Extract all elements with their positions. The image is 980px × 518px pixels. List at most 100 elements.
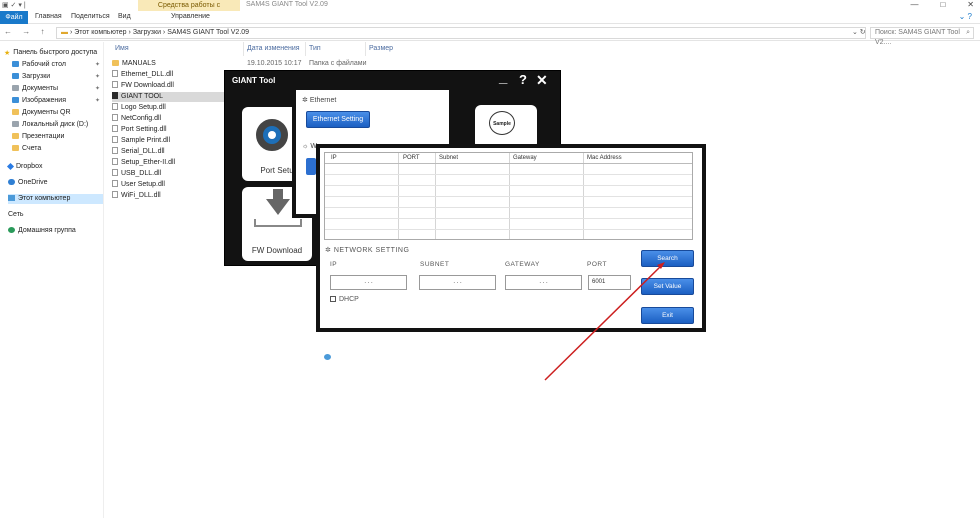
context-tab-header: Средства работы с приложениями <box>138 0 240 20</box>
homegroup-icon <box>8 227 15 233</box>
breadcrumb-item[interactable]: Этот компьютер <box>74 29 126 36</box>
network-setting-title: NETWORK SETTING <box>333 247 410 254</box>
pin-icon[interactable]: ✦ <box>95 84 100 94</box>
refresh-icon[interactable]: ⌄ ↻ <box>852 28 866 36</box>
nav-item-quick-access[interactable]: ★ Панель быстрого доступа <box>4 48 98 58</box>
nav-item-downloads[interactable]: Загрузки ✦ <box>12 72 104 82</box>
set-value-button[interactable]: Set Value <box>641 278 694 295</box>
ip-input[interactable]: . . . <box>330 275 407 290</box>
gateway-input[interactable]: . . . <box>505 275 582 290</box>
column-divider[interactable] <box>243 42 244 56</box>
dhcp-label: DHCP <box>339 296 359 303</box>
nav-item-label: Документы QR <box>22 109 71 116</box>
tab-manage[interactable]: Управление <box>171 13 210 20</box>
search-icon: ⌕ <box>966 29 970 36</box>
dll-file-icon <box>112 180 118 187</box>
tab-share[interactable]: Поделиться <box>71 13 110 20</box>
dll-file-icon <box>112 147 118 154</box>
pin-icon[interactable]: ✦ <box>95 96 100 106</box>
download-arrow-icon <box>266 199 290 215</box>
ribbon-expand-icon[interactable]: ⌄ ? <box>959 12 972 21</box>
nav-item-label: Счета <box>22 145 42 152</box>
file-name: MANUALS <box>122 60 156 67</box>
drive-icon <box>12 121 19 127</box>
tab-file[interactable]: Файл <box>0 11 28 24</box>
folder-icon <box>112 60 119 66</box>
minimize-button[interactable]: — <box>910 0 918 9</box>
close-button[interactable]: ✕ <box>967 0 974 9</box>
tab-home[interactable]: Главная <box>35 13 62 20</box>
giant-help-button[interactable]: ? <box>519 72 527 87</box>
search-button[interactable]: Search <box>641 250 694 267</box>
breadcrumb-item[interactable]: Загрузки <box>133 29 161 36</box>
dll-file-icon <box>112 136 118 143</box>
dhcp-option[interactable]: DHCP <box>330 296 359 303</box>
gear-icon: ✲ <box>302 97 308 104</box>
nav-buttons[interactable]: ← → ↑ <box>4 27 48 36</box>
nav-item-homegroup[interactable]: Домашняя группа <box>8 226 100 236</box>
column-header-date[interactable]: Дата изменения <box>247 45 300 52</box>
nav-item-label: Загрузки <box>22 73 51 80</box>
file-row[interactable]: MANUALS 19.10.2015 10:17 Папка с файлами <box>112 59 412 69</box>
nav-item-pictures[interactable]: Изображения ✦ <box>12 96 104 106</box>
table-row <box>325 174 692 175</box>
pin-icon[interactable]: ✦ <box>95 72 100 82</box>
folder-icon <box>12 133 19 139</box>
table-row <box>325 229 692 230</box>
column-header-subnet: Subnet <box>439 155 459 161</box>
nav-item-invoices[interactable]: Счета <box>12 144 104 154</box>
giant-close-button[interactable]: ✕ <box>536 72 548 89</box>
table-row <box>325 207 692 208</box>
nav-item-documents-qr[interactable]: Документы QR <box>12 108 104 118</box>
file-name: Logo Setup.dll <box>121 104 166 111</box>
nav-item-dropbox[interactable]: Dropbox <box>6 162 100 172</box>
pin-icon[interactable]: ✦ <box>95 60 100 70</box>
file-name: Ethernet_DLL.dll <box>121 71 174 78</box>
column-header-size[interactable]: Размер <box>369 45 393 52</box>
search-input[interactable]: Поиск: SAM4S GIANT Tool V2.... ⌕ <box>870 27 974 46</box>
sample-print-tile[interactable]: Sample <box>475 105 537 149</box>
nav-item-label: Домашняя группа <box>18 227 76 234</box>
breadcrumb[interactable]: ▬ › Этот компьютер › Загрузки › SAM4S GI… <box>56 27 866 39</box>
subnet-input[interactable]: . . . <box>419 275 496 290</box>
column-header-type[interactable]: Тип <box>309 45 321 52</box>
dhcp-checkbox[interactable] <box>330 296 336 302</box>
nav-item-onedrive[interactable]: OneDrive <box>8 178 100 188</box>
giant-minimize-button[interactable]: _ <box>499 69 507 86</box>
file-row-selected[interactable]: GIANT TOOL <box>112 92 232 102</box>
port-input[interactable]: 6001 <box>588 275 631 290</box>
nav-item-documents[interactable]: Документы ✦ <box>12 84 104 94</box>
navigation-pane: ★ Панель быстрого доступа Рабочий стол ✦ З… <box>0 42 331 518</box>
download-tray-icon <box>254 219 302 227</box>
tab-view[interactable]: Вид <box>118 13 131 20</box>
file-name: User Setup.dll <box>121 181 165 188</box>
dll-file-icon <box>112 191 118 198</box>
onedrive-icon <box>8 179 15 185</box>
device-list-table[interactable]: IP PORT Subnet Gateway Mac Address <box>324 152 693 240</box>
wifi-setting-button-partial[interactable] <box>306 158 316 175</box>
breadcrumb-item[interactable]: SAM4S GIANT Tool V2.09 <box>167 29 249 36</box>
port-label: PORT <box>587 261 607 268</box>
nav-item-network[interactable]: Сеть <box>8 210 331 360</box>
ethernet-header-label: Ethernet <box>309 97 337 104</box>
address-bar: ← → ↑ ▬ › Этот компьютер › Загрузки › SA… <box>0 25 980 46</box>
nav-item-label: Презентации <box>22 133 65 140</box>
column-divider[interactable] <box>365 42 366 56</box>
nav-item-presentations[interactable]: Презентации <box>12 132 104 142</box>
column-header-name[interactable]: Имя <box>115 45 129 52</box>
ethernet-setting-button[interactable]: Ethernet Setting <box>306 111 370 128</box>
nav-item-label: Этот компьютер <box>18 195 71 202</box>
nav-item-desktop[interactable]: Рабочий стол ✦ <box>12 60 104 70</box>
file-name: GIANT TOOL <box>121 93 164 100</box>
nav-item-label: Сеть <box>8 211 24 218</box>
application-icon <box>112 92 118 99</box>
quick-access-toolbar[interactable]: ▣ ✓ ▾ | <box>2 1 26 9</box>
exit-button[interactable]: Exit <box>641 307 694 324</box>
maximize-button[interactable]: □ <box>940 0 945 9</box>
column-divider[interactable] <box>305 42 306 56</box>
nav-item-local-disk-d[interactable]: Локальный диск (D:) <box>12 120 104 130</box>
file-name: USB_DLL.dll <box>121 170 162 177</box>
nav-item-label: Dropbox <box>16 163 43 170</box>
nav-item-label: Панель быстрого доступа <box>13 49 98 56</box>
nav-item-this-pc[interactable]: Этот компьютер <box>8 194 103 204</box>
